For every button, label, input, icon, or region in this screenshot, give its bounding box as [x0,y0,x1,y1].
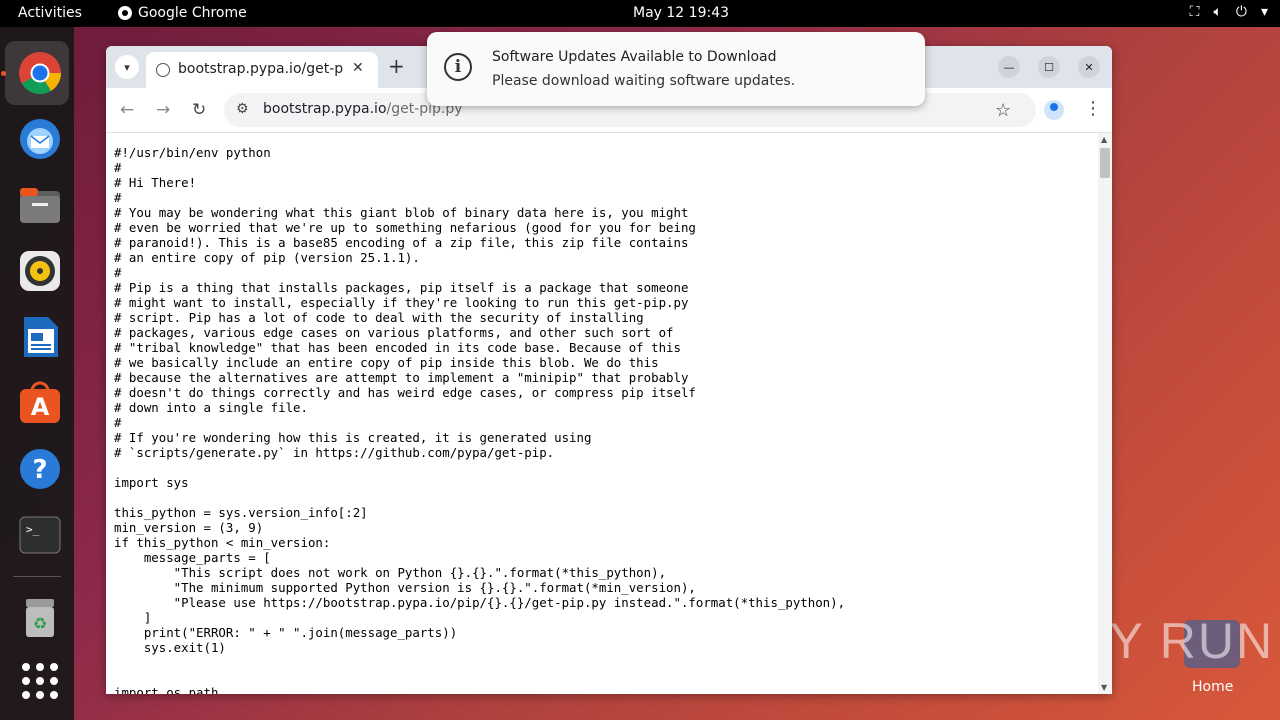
forward-button[interactable]: → [156,100,170,120]
scroll-down-icon[interactable]: ▼ [1101,683,1107,692]
dock-show-apps[interactable] [5,649,69,713]
chevron-down-icon: ▾ [124,60,130,74]
dock-separator [13,576,61,577]
tab-search-button[interactable]: ▾ [115,55,139,79]
network-icon: ⛶ [1189,4,1200,20]
profile-avatar-icon[interactable] [1044,100,1064,120]
dock-thunderbird[interactable] [5,107,69,171]
app-menu[interactable]: Google Chrome [118,5,247,21]
dock-help[interactable]: ? [5,437,69,501]
site-icon [156,63,170,77]
dock: A ? >_ ♻ [0,27,74,720]
help-icon: ? [20,449,60,489]
home-folder-label[interactable]: Home [1192,679,1233,695]
svg-text:>_: >_ [26,523,40,536]
dock-terminal[interactable]: >_ [5,503,69,567]
dock-writer[interactable] [5,305,69,369]
new-tab-button[interactable]: + [388,54,405,78]
scroll-up-icon[interactable]: ▲ [1101,135,1107,144]
tab-title: bootstrap.pypa.io/get-pip.py [178,61,343,77]
site-info-icon[interactable]: ⚙ [236,101,249,117]
vertical-scrollbar[interactable]: ▲ ▼ [1098,133,1112,694]
app-grid-icon [22,663,58,699]
close-window-button[interactable]: ✕ [1078,56,1100,78]
chrome-icon [19,52,62,95]
menu-kebab-icon[interactable]: ⋮ [1084,98,1102,119]
chrome-window: ▾ bootstrap.pypa.io/get-pip.py ✕ + — ☐ ✕… [106,46,1112,694]
minimize-icon: — [1003,60,1015,74]
notification-title: Software Updates Available to Download [492,49,777,65]
notification-body: Please download waiting software updates… [492,73,796,89]
writer-icon [24,317,58,357]
info-icon: i [444,53,472,81]
activities-button[interactable]: Activities [18,5,82,21]
page-content: #!/usr/bin/env python # # Hi There! # # … [106,133,1098,694]
notification-banner[interactable]: i Software Updates Available to Download… [427,32,925,106]
close-icon: ✕ [1084,60,1094,74]
svg-text:A: A [31,393,50,421]
tab-get-pip[interactable]: bootstrap.pypa.io/get-pip.py ✕ [146,52,378,88]
dock-files[interactable] [5,173,69,237]
power-icon: ⏻ [1235,4,1247,20]
menu-arrow-icon: ▾ [1260,4,1268,20]
scrollbar-thumb[interactable] [1100,148,1110,178]
url-host: bootstrap.pypa.io [263,101,387,117]
app-name: Google Chrome [138,5,247,21]
maximize-icon: ☐ [1044,60,1054,74]
software-icon: A [20,381,60,423]
dock-software[interactable]: A [5,371,69,435]
maximize-button[interactable]: ☐ [1038,56,1060,78]
top-bar: Activities Google Chrome May 12 19:43 ⛶ … [0,0,1280,27]
chrome-icon [118,6,132,20]
trash-icon: ♻ [26,599,54,637]
svg-text:?: ? [32,455,47,485]
dock-rhythmbox[interactable] [5,239,69,303]
thunderbird-icon [20,119,60,159]
reload-button[interactable]: ↻ [192,100,206,120]
dock-chrome[interactable] [5,41,69,105]
files-icon [20,188,60,223]
svg-text:♻: ♻ [33,614,47,633]
close-tab-icon[interactable]: ✕ [352,60,364,76]
clock[interactable]: May 12 19:43 [633,5,729,21]
dock-trash[interactable]: ♻ [5,585,69,649]
bookmark-star-icon[interactable]: ☆ [995,100,1011,121]
minimize-button[interactable]: — [998,56,1020,78]
source-code-text: #!/usr/bin/env python # # Hi There! # # … [114,145,846,694]
terminal-icon: >_ [19,516,61,554]
volume-icon: 🔈︎ [1213,4,1222,20]
back-button[interactable]: ← [120,100,134,120]
system-tray[interactable]: ⛶ 🔈︎ ⏻ ▾ [1190,4,1268,20]
rhythmbox-icon [20,251,60,291]
